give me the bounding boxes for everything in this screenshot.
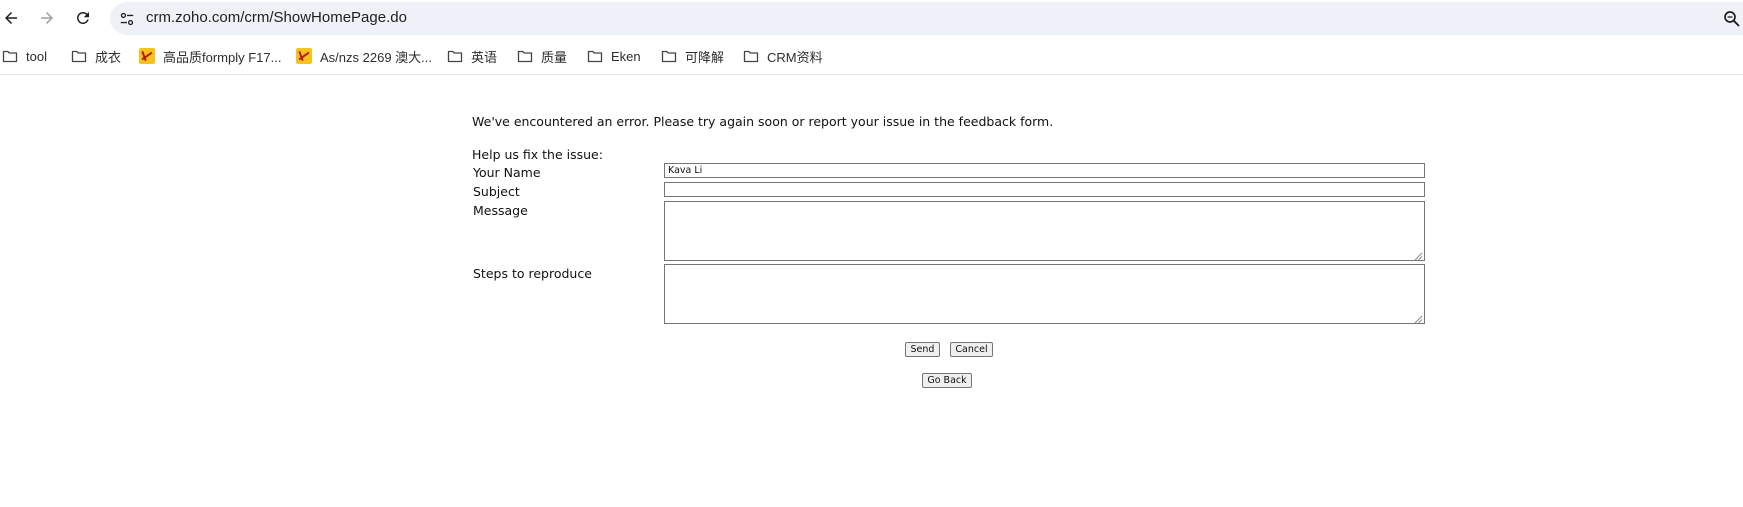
bookmark-label: 质量 <box>541 49 568 65</box>
bookmark-folder-degradable[interactable]: 可降解 <box>661 46 724 66</box>
address-bar[interactable]: crm.zoho.com/crm/ShowHomePage.do <box>110 2 1743 35</box>
bookmark-label: CRM资料 <box>767 49 823 65</box>
reload-icon <box>76 11 89 24</box>
back-button[interactable] <box>0 4 25 32</box>
reload-button[interactable] <box>69 4 97 32</box>
bookmark-label: 英语 <box>471 49 498 65</box>
magnifier-icon[interactable] <box>1723 10 1741 28</box>
bookmark-label: 可降解 <box>685 49 725 65</box>
folder-icon <box>661 50 677 63</box>
bookmark-formply[interactable]: 高品质formply F17... <box>139 46 281 66</box>
bookmark-label: Eken <box>611 48 641 64</box>
browser-toolbar: crm.zoho.com/crm/ShowHomePage.do <box>0 0 1743 37</box>
folder-icon <box>2 50 18 63</box>
steps-label: Steps to reproduce <box>473 266 592 281</box>
url-text[interactable]: crm.zoho.com/crm/ShowHomePage.do <box>146 9 407 26</box>
site-favicon <box>139 48 155 64</box>
bookmark-folder-tool[interactable]: tool <box>2 46 47 66</box>
site-favicon <box>296 48 312 64</box>
tune-icon <box>120 12 134 26</box>
bookmark-label: As/nzs 2269 澳大... <box>320 49 432 65</box>
folder-icon <box>517 50 533 63</box>
error-message: We've encountered an error. Please try a… <box>472 114 1054 129</box>
cancel-button[interactable]: Cancel <box>950 342 993 357</box>
subject-label: Subject <box>473 184 520 199</box>
bookmark-folder-quality[interactable]: 质量 <box>517 46 567 66</box>
bookmark-asnzs[interactable]: As/nzs 2269 澳大... <box>296 46 432 66</box>
help-heading: Help us fix the issue: <box>472 147 603 162</box>
go-back-button[interactable]: Go Back <box>922 373 972 388</box>
bookmark-label: tool <box>26 48 47 64</box>
bookmark-folder-chengyi[interactable]: 成衣 <box>71 46 121 66</box>
resize-grip-icon[interactable] <box>1414 252 1423 261</box>
bookmark-folder-english[interactable]: 英语 <box>447 46 497 66</box>
your-name-field[interactable] <box>664 163 1425 178</box>
site-info-button[interactable] <box>118 10 136 28</box>
message-label: Message <box>473 203 528 218</box>
arrow-right-icon <box>41 12 53 24</box>
bookmarks-bar: tool 成衣 高品质formply F17... As/nzs 2269 澳大… <box>0 37 1743 75</box>
arrow-left-icon <box>5 12 17 24</box>
bookmark-label: 成衣 <box>95 49 122 65</box>
resize-grip-icon[interactable] <box>1414 315 1423 324</box>
folder-icon <box>447 50 463 63</box>
subject-field[interactable] <box>664 182 1425 197</box>
send-button[interactable]: Send <box>905 342 940 357</box>
forward-button[interactable] <box>33 4 61 32</box>
your-name-label: Your Name <box>473 165 541 180</box>
bookmark-folder-eken[interactable]: Eken <box>587 46 641 66</box>
steps-field[interactable] <box>664 264 1425 324</box>
message-field[interactable] <box>664 201 1425 261</box>
folder-icon <box>587 50 603 63</box>
folder-icon <box>743 50 759 63</box>
folder-icon <box>71 50 87 63</box>
page-content: We've encountered an error. Please try a… <box>0 75 1743 507</box>
bookmark-label: 高品质formply F17... <box>163 49 282 65</box>
bookmark-folder-crm[interactable]: CRM资料 <box>743 46 823 66</box>
